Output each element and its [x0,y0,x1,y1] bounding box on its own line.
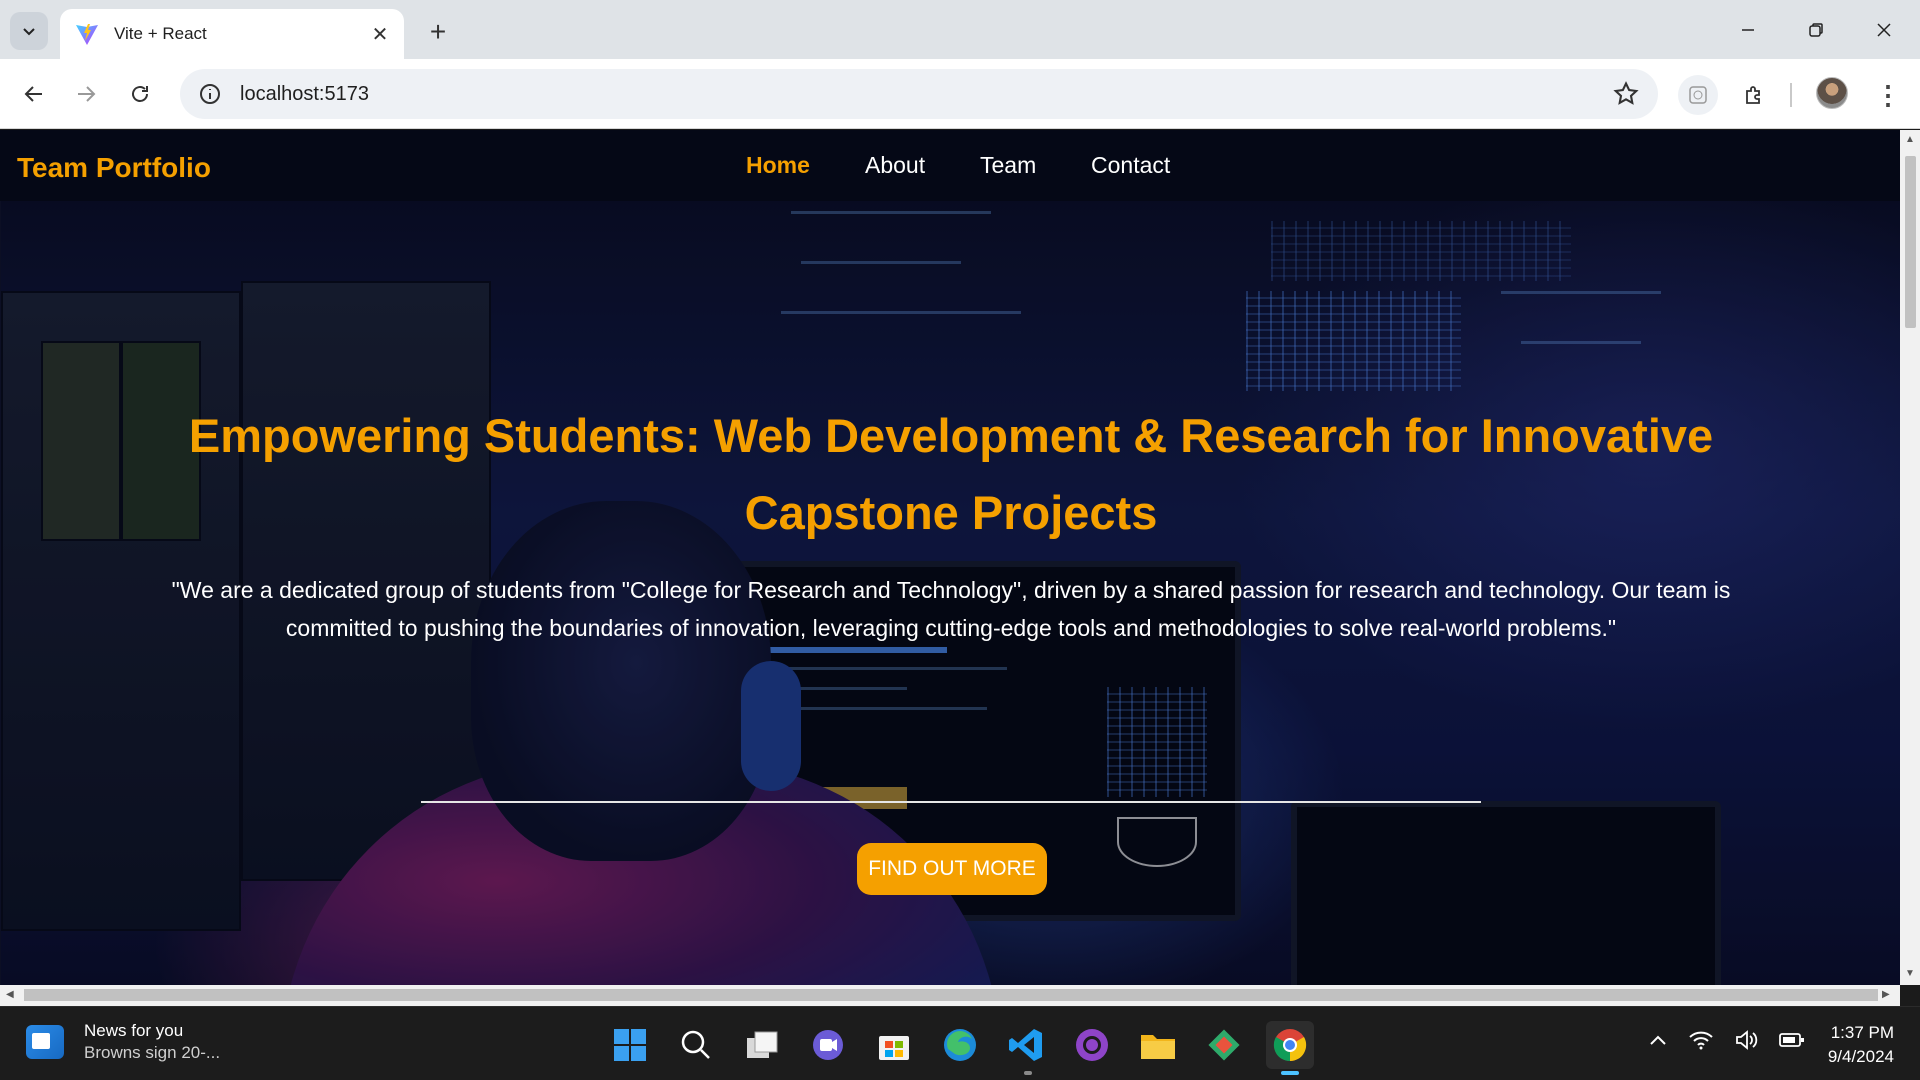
extension-badge-icon [1689,86,1707,104]
news-widget-subtitle: Browns sign 20-... [84,1043,221,1062]
arrow-right-icon [78,86,96,102]
close-tab-icon[interactable]: ✕ [368,22,392,46]
horizontal-scroll-thumb[interactable] [24,989,1878,1001]
browser-menu-button[interactable]: ⋮ [1868,75,1908,115]
scroll-down-icon[interactable]: ▼ [1905,968,1915,979]
hero-section: Empowering Students: Web Development & R… [1,201,1900,985]
more-vertical-icon: ⋮ [1875,79,1901,110]
taskbar-clock[interactable]: 1:37 PM 9/4/2024 [1804,1021,1894,1069]
clock-time: 1:37 PM [1830,1023,1894,1042]
scroll-left-icon[interactable]: ◀ [6,989,14,1000]
nav-contact-link[interactable]: Contact [1091,152,1170,179]
git-icon [1208,1029,1240,1061]
news-widget-title: News for you [84,1021,184,1040]
github-desktop-icon [1076,1029,1108,1061]
tab-title: Vite + React [114,24,207,43]
git-app-button[interactable] [1200,1021,1248,1069]
restore-button[interactable] [1788,12,1844,48]
url-text[interactable]: localhost:5173 [240,83,1612,106]
vertical-scroll-thumb[interactable] [1905,156,1916,328]
browser-toolbar: localhost:5173 ⋮ [0,59,1920,129]
extensions-menu-button[interactable] [1734,75,1774,115]
store-button[interactable] [870,1021,918,1069]
find-out-more-button[interactable]: FIND OUT MORE [857,843,1047,895]
browser-tab[interactable]: Vite + React ✕ [60,9,404,59]
news-widget-icon [26,1025,64,1059]
file-explorer-icon [1141,1035,1175,1059]
github-desktop-button[interactable] [1068,1021,1116,1069]
taskbar-search-button[interactable] [672,1021,720,1069]
chat-button[interactable] [804,1021,852,1069]
site-navbar: Team Portfolio Home About Team Contact [0,130,1900,201]
file-explorer-button[interactable] [1134,1021,1182,1069]
arrow-left-icon [24,86,42,102]
news-widget[interactable]: News for you Browns sign 20-... [26,1021,220,1063]
nav-team-link[interactable]: Team [980,152,1036,179]
hero-divider [421,801,1481,803]
battery-icon[interactable] [1778,1029,1806,1051]
chrome-icon [1273,1029,1307,1062]
nav-about-link[interactable]: About [865,152,925,179]
scroll-right-icon[interactable]: ▶ [1882,989,1890,1000]
volume-icon[interactable] [1734,1029,1758,1051]
browser-tab-strip: Vite + React ✕ + [0,0,1920,59]
windows-taskbar: News for you Browns sign 20-... 1:37 PM … [0,1006,1920,1080]
address-bar[interactable]: localhost:5173 [180,69,1658,119]
minimize-icon [1742,29,1754,31]
profile-avatar[interactable] [1816,77,1848,109]
back-button[interactable] [14,74,54,114]
bookmark-star-icon[interactable] [1612,80,1640,108]
system-tray [1648,1029,1806,1051]
toolbar-divider [1790,83,1792,107]
vertical-scrollbar[interactable]: ▲ ▼ [1900,130,1920,985]
puzzle-icon [1746,86,1760,104]
start-button[interactable] [606,1021,654,1069]
chevron-down-icon [23,28,35,36]
scroll-up-icon[interactable]: ▲ [1905,134,1915,145]
task-view-button[interactable] [738,1021,786,1069]
new-tab-button[interactable]: + [420,14,456,50]
forward-button[interactable] [66,74,106,114]
edge-button[interactable] [936,1021,984,1069]
minimize-button[interactable] [1720,12,1776,48]
close-icon [1877,23,1891,37]
site-brand[interactable]: Team Portfolio [17,152,211,184]
vscode-icon [1009,1029,1042,1061]
clock-date: 9/4/2024 [1827,1047,1894,1066]
reload-button[interactable] [120,74,160,114]
restore-icon [1809,23,1823,37]
hero-description: "We are a dedicated group of students fr… [171,577,1731,641]
horizontal-scrollbar[interactable]: ◀ ▶ [0,985,1900,1006]
vscode-button[interactable] [1002,1021,1050,1069]
wifi-icon[interactable] [1688,1029,1714,1051]
extension-button[interactable] [1678,75,1718,115]
chrome-button[interactable] [1266,1021,1314,1069]
tab-search-button[interactable] [10,12,48,50]
search-icon [681,1030,710,1059]
chevron-up-icon[interactable] [1648,1030,1668,1050]
start-icon [614,1029,646,1061]
nav-home-link[interactable]: Home [746,152,810,179]
edge-icon [944,1029,976,1061]
close-window-button[interactable] [1856,12,1912,48]
store-icon [879,1036,909,1060]
vite-icon [76,24,98,45]
vscode-running-indicator [1024,1071,1032,1075]
page-viewport: Team Portfolio Home About Team Contact E… [0,130,1900,985]
task-view-icon [747,1031,778,1058]
hero-title: Empowering Students: Web Development & R… [188,409,1714,539]
reload-icon [132,86,148,102]
site-info-icon[interactable] [198,82,222,106]
chrome-active-indicator [1281,1071,1299,1075]
teams-chat-icon [813,1030,843,1060]
